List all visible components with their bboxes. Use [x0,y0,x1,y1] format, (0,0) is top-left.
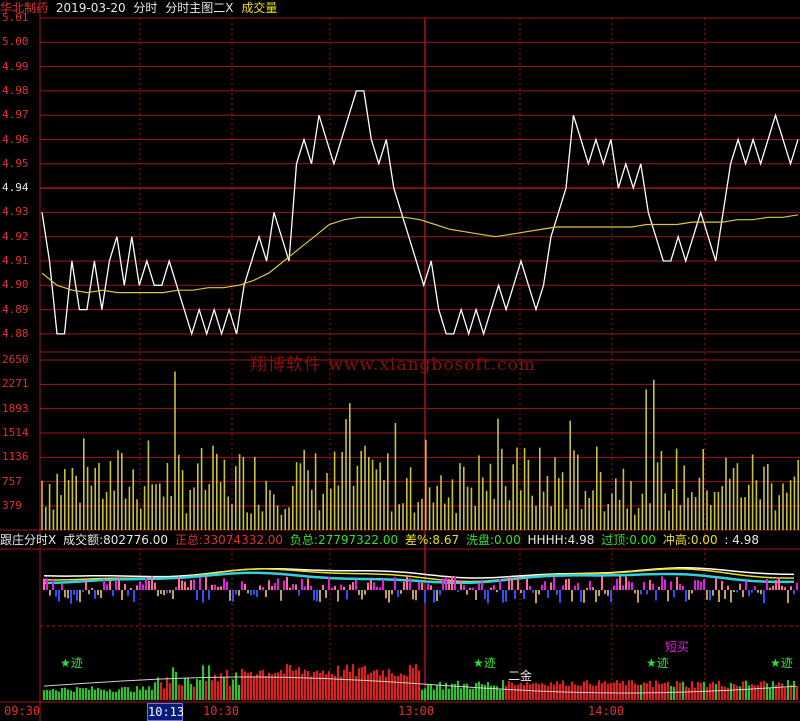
indicator-name[interactable]: 跟庄分时X [0,533,56,547]
top-label: 过顶: [601,533,630,547]
last-value: : 4.98 [724,533,759,547]
time-label-1300: 13:00 [398,704,435,718]
hhhh-label: HHHH: [527,533,568,547]
trace-signal-2: ★迹 [473,656,496,670]
trace-signal-3: ★迹 [646,656,669,670]
rush-value: 0.00 [690,533,718,547]
turnover-value: 802776.00 [103,533,169,547]
selected-time-cursor[interactable]: 10:13 [147,703,184,721]
average-price-line [41,214,799,294]
time-label-0930: 09:30 [4,704,41,718]
watermark: 翔博软件 www.xiangbosoft.com [250,355,536,375]
diff-label: 差%: [404,533,433,547]
indicator-bar: 跟庄分时X 成交额:802776.00 正总:33074332.00 负总:27… [0,531,800,549]
negative-total-value: 27797322.00 [317,533,399,547]
time-label-1400: 14:00 [588,704,625,718]
top-value: 0.00 [629,533,656,547]
turnover-label: 成交额: [63,533,104,547]
intraday-chart-window: { "header": { "stock_name": "华北制药", "dat… [0,0,800,721]
rush-label: 冲高: [662,533,691,547]
golden-signal: 二金 [508,669,533,683]
time-label-1030: 10:30 [203,704,240,718]
trace-signal-1: ★迹 [60,656,83,670]
positive-total-label: 正总: [174,533,203,547]
wash-value: 0.00 [493,533,521,547]
negative-total-label: 负总: [289,533,318,547]
wash-label: 洗盘: [465,533,494,547]
diff-value: 8.67 [432,533,460,547]
positive-total-value: 33074332.00 [202,533,284,547]
short-buy-signal: 短买 [665,640,690,654]
hhhh-value: 4.98 [567,533,595,547]
trace-signal-4: ★迹 [770,656,793,670]
